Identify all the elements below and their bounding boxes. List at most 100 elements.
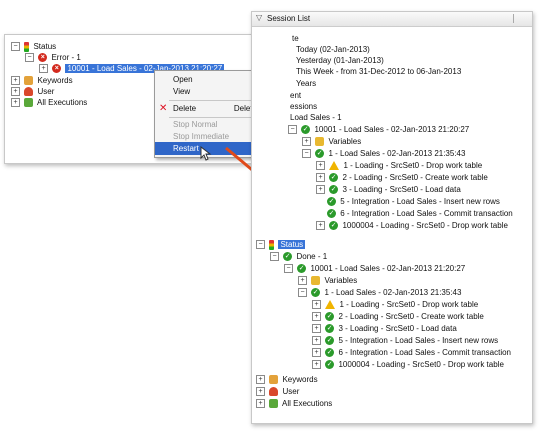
expand-icon[interactable]: + bbox=[312, 312, 321, 322]
tree-node-task[interactable]: ✓ 5 - Integration - Load Sales - Insert … bbox=[327, 196, 500, 207]
collapse-icon[interactable]: − bbox=[298, 288, 307, 298]
tree-node-step[interactable]: − ✓ 1 - Load Sales - 02-Jan-2013 21:35:4… bbox=[298, 287, 461, 298]
tree-node-task[interactable]: + 1 - Loading - SrcSet0 - Drop work tabl… bbox=[312, 299, 478, 310]
user-icon bbox=[269, 387, 279, 397]
expand-icon[interactable]: + bbox=[312, 336, 321, 346]
tree-node-task[interactable]: + ✓ 2 - Loading - SrcSet0 - Create work … bbox=[316, 172, 488, 183]
expand-icon[interactable]: + bbox=[316, 221, 325, 231]
check-icon: ✓ bbox=[325, 360, 335, 370]
check-icon: ✓ bbox=[329, 221, 339, 231]
tree-label-keywords: Keywords bbox=[37, 76, 73, 85]
warning-icon bbox=[325, 300, 336, 310]
check-icon: ✓ bbox=[311, 288, 321, 298]
tree-node-years[interactable]: Years bbox=[296, 78, 316, 89]
tree-label-error: Error - 1 bbox=[51, 53, 81, 62]
expand-icon[interactable]: + bbox=[316, 185, 325, 195]
tree-node-today[interactable]: Today (02-Jan-2013) bbox=[296, 44, 370, 55]
collapse-icon[interactable]: − bbox=[25, 53, 34, 63]
expand-icon[interactable]: + bbox=[11, 98, 20, 108]
check-icon: ✓ bbox=[325, 324, 335, 334]
tree-node-variables[interactable]: + Variables bbox=[298, 275, 357, 286]
warning-icon bbox=[329, 161, 340, 171]
expand-icon[interactable]: + bbox=[312, 300, 321, 310]
collapse-icon[interactable]: − bbox=[288, 125, 297, 135]
tree-node-task[interactable]: + ✓ 1000004 - Loading - SrcSet0 - Drop w… bbox=[312, 359, 504, 370]
expand-icon[interactable]: + bbox=[298, 276, 307, 286]
tree-node-agent[interactable]: ent bbox=[290, 90, 301, 101]
check-icon: ✓ bbox=[325, 336, 335, 346]
tree-node-step[interactable]: − ✓ 1 - Load Sales - 02-Jan-2013 21:35:4… bbox=[302, 148, 465, 159]
check-icon: ✓ bbox=[329, 185, 339, 195]
panel-header: ▽ Session List bbox=[252, 12, 532, 27]
check-icon: ✓ bbox=[301, 125, 311, 135]
expand-icon[interactable]: + bbox=[11, 87, 20, 97]
tree-node-variables[interactable]: + Variables bbox=[302, 136, 361, 147]
tree-node-task[interactable]: + 1 - Loading - SrcSet0 - Drop work tabl… bbox=[316, 160, 482, 171]
expand-icon[interactable]: + bbox=[39, 64, 48, 74]
tree-node-task[interactable]: ✓ 6 - Integration - Load Sales - Commit … bbox=[327, 208, 513, 219]
tree-node-task[interactable]: + ✓ 1000004 - Loading - SrcSet0 - Drop w… bbox=[316, 220, 508, 231]
tree-node-load-sales[interactable]: Load Sales - 1 bbox=[290, 112, 342, 123]
check-icon: ✓ bbox=[327, 209, 336, 219]
expand-icon[interactable]: + bbox=[316, 173, 325, 183]
expand-icon[interactable]: + bbox=[256, 399, 265, 409]
check-icon: ✓ bbox=[325, 348, 335, 358]
collapse-icon[interactable]: − bbox=[302, 149, 311, 159]
collapse-icon[interactable]: − bbox=[11, 42, 20, 52]
menu-separator bbox=[169, 100, 263, 101]
tree-node-done[interactable]: − ✓ Done - 1 bbox=[270, 251, 327, 262]
tree-node-keywords[interactable]: + Keywords bbox=[11, 75, 73, 86]
collapse-icon[interactable]: − bbox=[256, 240, 265, 250]
tree-node-task[interactable]: + ✓ 6 - Integration - Load Sales - Commi… bbox=[312, 347, 511, 358]
tree-node-all-executions[interactable]: + All Executions bbox=[11, 97, 87, 108]
expand-icon[interactable]: + bbox=[256, 387, 265, 397]
delete-icon: ✕ bbox=[159, 103, 168, 114]
expand-icon[interactable]: + bbox=[256, 375, 265, 385]
expand-icon[interactable]: + bbox=[302, 137, 311, 147]
check-icon: ✓ bbox=[315, 149, 325, 159]
check-icon: ✓ bbox=[327, 197, 336, 207]
tree-node-error[interactable]: − × Error - 1 bbox=[25, 52, 81, 63]
session-list-panel: ▽ Session List te Today (02-Jan-2013) Ye… bbox=[251, 11, 533, 424]
tree-label-user: User bbox=[37, 87, 55, 96]
traffic-light-icon bbox=[269, 239, 275, 250]
tree-node-status[interactable]: − Status bbox=[11, 41, 56, 52]
error-icon: × bbox=[52, 64, 62, 74]
expand-icon[interactable]: + bbox=[316, 161, 325, 171]
tree-node-task[interactable]: + ✓ 3 - Loading - SrcSet0 - Load data bbox=[312, 323, 457, 334]
expand-icon[interactable]: + bbox=[312, 324, 321, 334]
error-icon: × bbox=[38, 53, 48, 63]
collapse-icon[interactable]: − bbox=[284, 264, 293, 274]
expand-icon[interactable]: + bbox=[11, 76, 20, 86]
check-icon: ✓ bbox=[329, 173, 339, 183]
tree-node-keywords[interactable]: + Keywords bbox=[256, 374, 318, 385]
tree-node-all-executions[interactable]: + All Executions bbox=[256, 398, 332, 409]
mouse-pointer-icon bbox=[200, 146, 212, 161]
check-icon: ✓ bbox=[325, 312, 335, 322]
tree-node-task[interactable]: + ✓ 3 - Loading - SrcSet0 - Load data bbox=[316, 184, 461, 195]
panel-title: Session List bbox=[267, 14, 311, 23]
tree-node-session[interactable]: − ✓ 10001 - Load Sales - 02-Jan-2013 21:… bbox=[288, 124, 469, 135]
chevron-down-icon[interactable]: ▽ bbox=[256, 13, 262, 22]
traffic-light-icon bbox=[24, 41, 30, 52]
tree-node-date[interactable]: te bbox=[292, 33, 299, 44]
tree-node-yesterday[interactable]: Yesterday (01-Jan-2013) bbox=[296, 55, 384, 66]
expand-icon[interactable]: + bbox=[312, 360, 321, 370]
tree-node-task[interactable]: + ✓ 5 - Integration - Load Sales - Inser… bbox=[312, 335, 498, 346]
collapse-icon[interactable]: − bbox=[270, 252, 279, 262]
all-executions-icon bbox=[269, 399, 279, 409]
tree-node-task[interactable]: + ✓ 2 - Loading - SrcSet0 - Create work … bbox=[312, 311, 484, 322]
all-executions-icon bbox=[24, 98, 34, 108]
tree-node-sessions[interactable]: essions bbox=[290, 101, 317, 112]
expand-icon[interactable]: + bbox=[312, 348, 321, 358]
tree-node-user[interactable]: + User bbox=[256, 386, 299, 397]
panel-menu-divider bbox=[513, 14, 514, 23]
keywords-icon bbox=[24, 76, 34, 86]
tree-label-status: Status bbox=[33, 42, 57, 51]
tree-node-this-week[interactable]: This Week - from 31-Dec-2012 to 06-Jan-2… bbox=[296, 66, 461, 77]
variables-icon bbox=[311, 276, 321, 286]
variables-icon bbox=[315, 137, 325, 147]
tree-node-status[interactable]: − Status bbox=[256, 239, 306, 250]
tree-node-session[interactable]: − ✓ 10001 - Load Sales - 02-Jan-2013 21:… bbox=[284, 263, 465, 274]
tree-node-user[interactable]: + User bbox=[11, 86, 54, 97]
